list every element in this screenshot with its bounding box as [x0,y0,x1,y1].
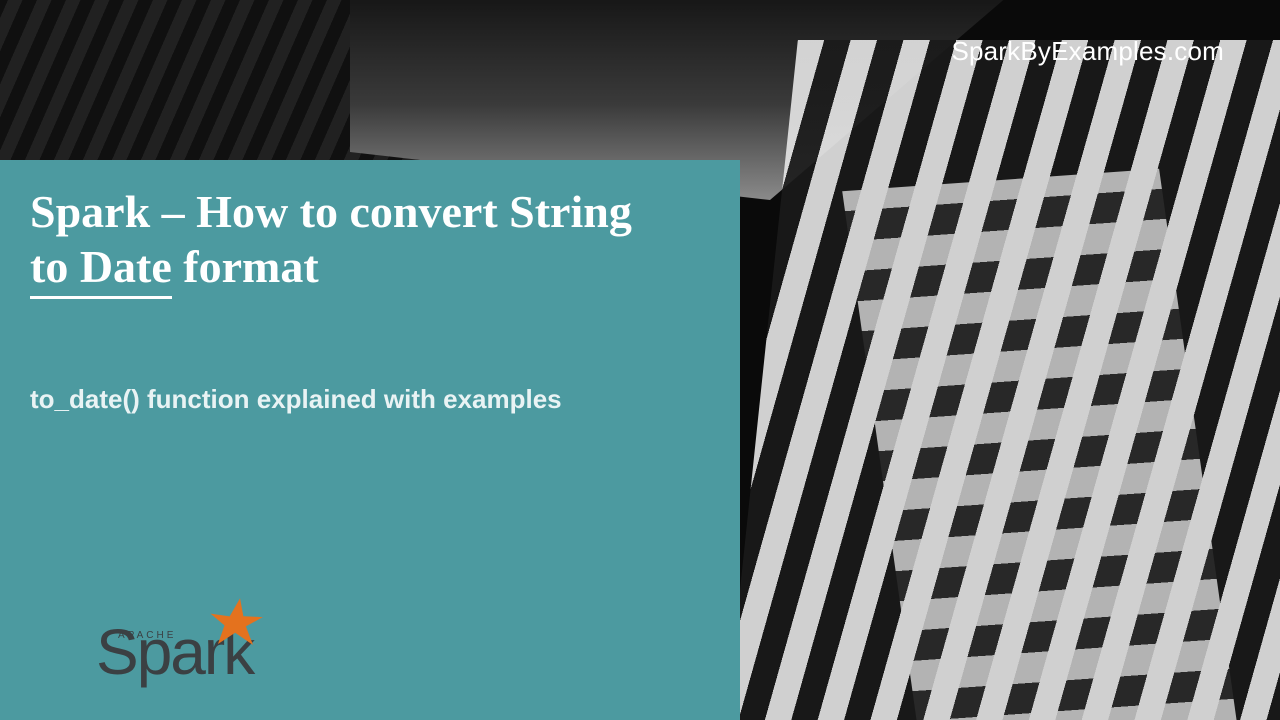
slide-subtitle: to_date() function explained with exampl… [30,384,710,415]
title-line-2: to Date format [30,241,319,299]
title-underlined-words: to Date [30,241,172,299]
title-panel: Spark – How to convert String to Date fo… [0,160,740,720]
title-line-1: Spark – How to convert String [30,186,632,237]
title-rest: format [172,241,319,292]
logo-apache-text: APACHE [118,630,176,641]
spark-star-icon [205,596,267,658]
site-label: SparkByExamples.com [951,36,1224,67]
apache-spark-logo: APACHE Spark [96,620,253,684]
slide-title: Spark – How to convert String to Date fo… [30,184,710,294]
slide-canvas: SparkByExamples.com Spark – How to conve… [0,0,1280,720]
